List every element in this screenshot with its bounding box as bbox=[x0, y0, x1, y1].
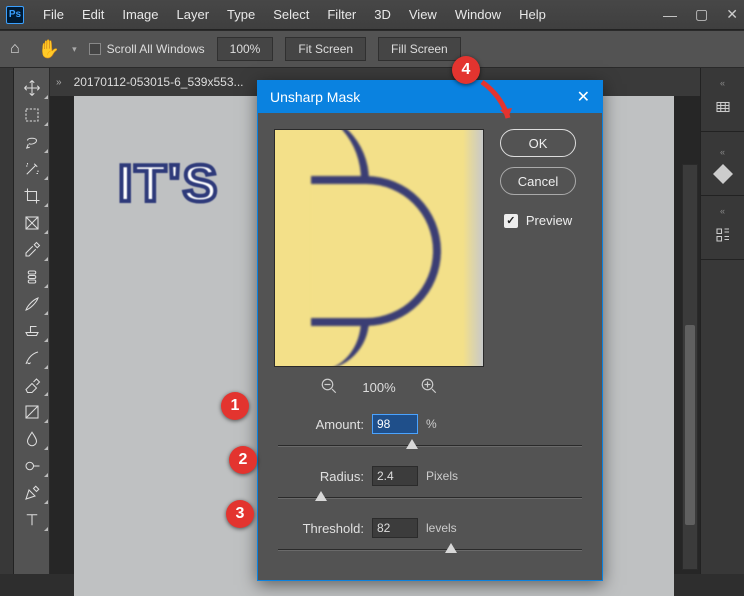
radius-row: Radius: Pixels bbox=[274, 466, 586, 504]
type-tool[interactable] bbox=[14, 506, 50, 533]
cancel-button[interactable]: Cancel bbox=[500, 167, 576, 195]
amount-label: Amount: bbox=[298, 417, 364, 432]
magic-wand-tool[interactable] bbox=[14, 155, 50, 182]
home-icon[interactable]: ⌂ bbox=[10, 40, 20, 58]
blur-tool[interactable] bbox=[14, 425, 50, 452]
tool-preset-chevron-icon[interactable]: ▾ bbox=[72, 44, 77, 55]
menu-layer[interactable]: Layer bbox=[168, 7, 219, 22]
dialog-title: Unsharp Mask bbox=[270, 89, 360, 105]
panel-expand-icon[interactable]: « bbox=[720, 147, 725, 159]
fill-screen-button[interactable]: Fill Screen bbox=[378, 37, 461, 61]
scroll-all-label: Scroll All Windows bbox=[107, 42, 205, 56]
crop-tool[interactable] bbox=[14, 182, 50, 209]
threshold-slider[interactable] bbox=[278, 544, 582, 556]
app-logo: Ps bbox=[6, 6, 24, 24]
dodge-tool[interactable] bbox=[14, 452, 50, 479]
amount-unit: % bbox=[426, 417, 437, 431]
history-brush-tool[interactable] bbox=[14, 344, 50, 371]
radius-unit: Pixels bbox=[426, 469, 458, 483]
preview-image[interactable] bbox=[274, 129, 484, 367]
window-maximize-icon[interactable]: ▢ bbox=[695, 6, 708, 23]
clone-stamp-tool[interactable] bbox=[14, 317, 50, 344]
brush-tool[interactable] bbox=[14, 290, 50, 317]
eraser-tool[interactable] bbox=[14, 371, 50, 398]
menu-type[interactable]: Type bbox=[218, 7, 264, 22]
menu-edit[interactable]: Edit bbox=[73, 7, 113, 22]
annotation-4: 4 bbox=[452, 56, 480, 84]
amount-input[interactable] bbox=[372, 414, 418, 434]
tool-panel bbox=[14, 68, 50, 574]
dialog-titlebar[interactable]: Unsharp Mask ✕ bbox=[258, 81, 602, 113]
menu-window[interactable]: Window bbox=[446, 7, 510, 22]
checkbox-checked-icon: ✓ bbox=[504, 214, 518, 228]
panel-expand-icon[interactable]: « bbox=[720, 206, 725, 218]
threshold-input[interactable] bbox=[372, 518, 418, 538]
radius-input[interactable] bbox=[372, 466, 418, 486]
hand-tool-icon[interactable]: ✋ bbox=[38, 39, 60, 60]
menu-3d[interactable]: 3D bbox=[365, 7, 400, 22]
radius-slider[interactable] bbox=[278, 492, 582, 504]
vertical-scrollbar[interactable] bbox=[682, 164, 698, 570]
threshold-row: Threshold: levels bbox=[274, 518, 586, 556]
annotation-3: 3 bbox=[226, 500, 254, 528]
preview-zoom-level: 100% bbox=[362, 380, 395, 395]
menu-image[interactable]: Image bbox=[113, 7, 167, 22]
amount-slider[interactable] bbox=[278, 440, 582, 452]
annotation-arrow-icon bbox=[472, 78, 516, 128]
move-tool[interactable] bbox=[14, 74, 50, 101]
menu-filter[interactable]: Filter bbox=[318, 7, 365, 22]
annotation-2: 2 bbox=[229, 446, 257, 474]
left-gutter bbox=[0, 68, 14, 574]
threshold-label: Threshold: bbox=[298, 521, 364, 536]
lasso-tool[interactable] bbox=[14, 128, 50, 155]
annotation-1: 1 bbox=[221, 392, 249, 420]
eyedropper-tool[interactable] bbox=[14, 236, 50, 263]
amount-row: Amount: % bbox=[274, 414, 586, 452]
gradient-tool[interactable] bbox=[14, 398, 50, 425]
histogram-icon[interactable] bbox=[714, 98, 732, 121]
canvas-text: IT'S bbox=[118, 154, 219, 214]
main-menu-bar: Ps File Edit Image Layer Type Select Fil… bbox=[0, 0, 744, 30]
radius-label: Radius: bbox=[298, 469, 364, 484]
window-minimize-icon[interactable]: — bbox=[663, 7, 677, 23]
menu-file[interactable]: File bbox=[34, 7, 73, 22]
marquee-tool[interactable] bbox=[14, 101, 50, 128]
options-bar: ⌂ ✋ ▾ Scroll All Windows 100% Fit Screen… bbox=[0, 30, 744, 68]
window-close-icon[interactable]: ✕ bbox=[726, 6, 738, 23]
scrollbar-thumb[interactable] bbox=[685, 325, 695, 525]
ok-button[interactable]: OK bbox=[500, 129, 576, 157]
right-panel: « « « bbox=[700, 68, 744, 574]
expand-icon[interactable]: » bbox=[56, 77, 62, 88]
zoom-level-field[interactable]: 100% bbox=[217, 37, 274, 61]
frame-tool[interactable] bbox=[14, 209, 50, 236]
zoom-out-icon[interactable] bbox=[320, 377, 338, 398]
fit-screen-button[interactable]: Fit Screen bbox=[285, 37, 366, 61]
dialog-close-icon[interactable]: ✕ bbox=[577, 87, 590, 107]
menu-select[interactable]: Select bbox=[264, 7, 318, 22]
pen-tool[interactable] bbox=[14, 479, 50, 506]
layers-icon[interactable] bbox=[713, 164, 733, 184]
unsharp-mask-dialog: Unsharp Mask ✕ 100% OK Cancel ✓ Preview bbox=[257, 80, 603, 581]
history-icon[interactable] bbox=[714, 226, 732, 249]
checkbox-icon bbox=[89, 43, 101, 55]
preview-checkbox[interactable]: ✓ Preview bbox=[504, 213, 572, 228]
zoom-in-icon[interactable] bbox=[420, 377, 438, 398]
healing-brush-tool[interactable] bbox=[14, 263, 50, 290]
menu-help[interactable]: Help bbox=[510, 7, 555, 22]
threshold-unit: levels bbox=[426, 521, 457, 535]
scroll-all-checkbox[interactable]: Scroll All Windows bbox=[89, 42, 205, 56]
panel-expand-icon[interactable]: « bbox=[720, 78, 725, 90]
preview-checkbox-label: Preview bbox=[526, 213, 572, 228]
document-tab[interactable]: 20170112-053015-6_539x553... bbox=[66, 75, 252, 89]
menu-view[interactable]: View bbox=[400, 7, 446, 22]
